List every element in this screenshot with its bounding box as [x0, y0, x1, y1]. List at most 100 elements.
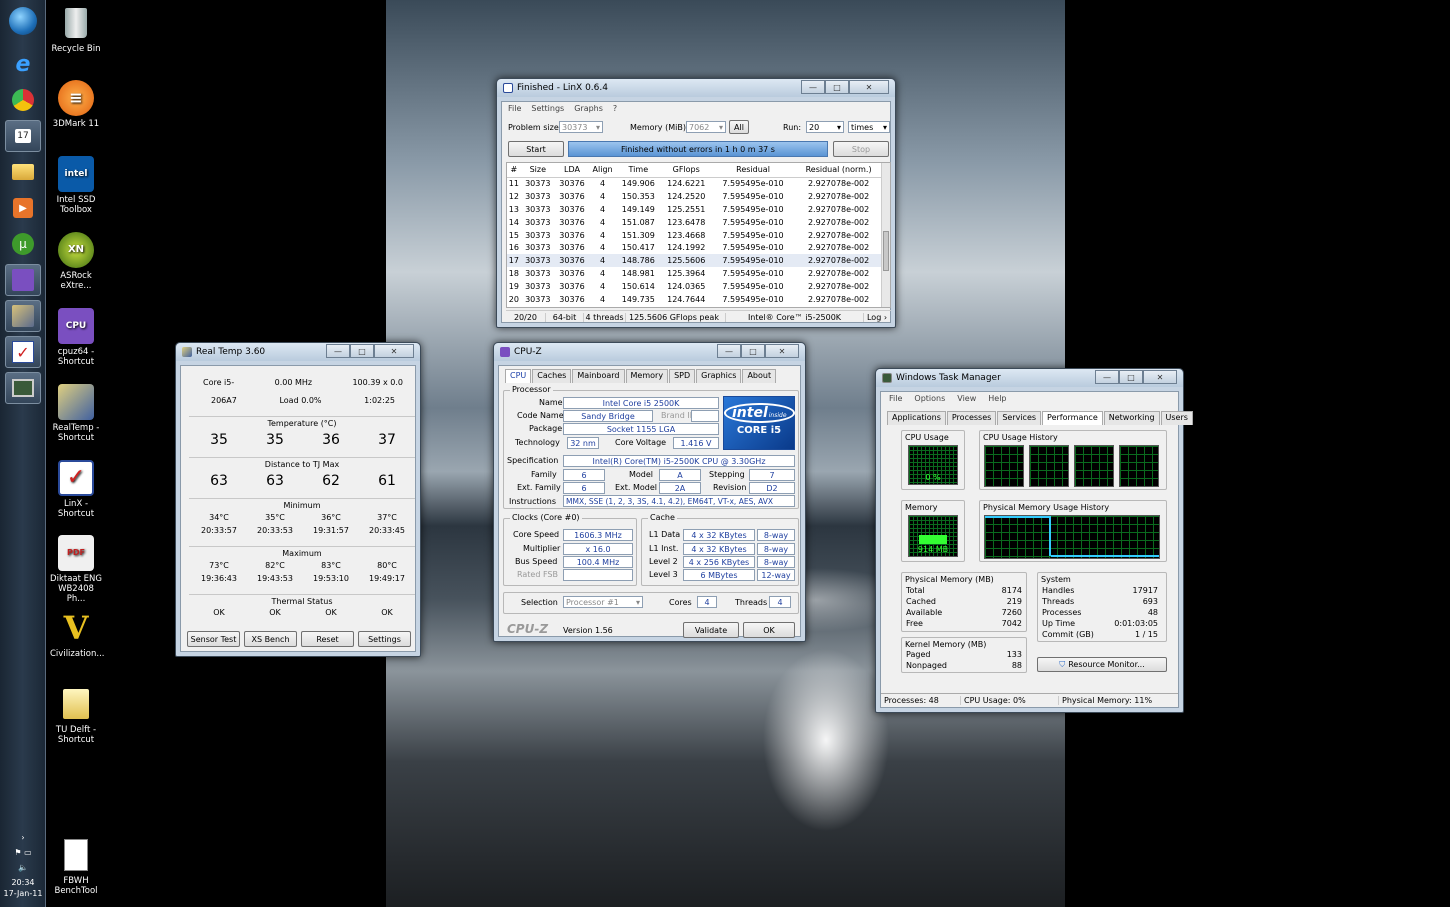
tab-cpu[interactable]: CPU — [505, 369, 532, 383]
results-row[interactable]: 16 30373 30376 4 150.417 124.1992 7.595495e-01… — [507, 241, 883, 254]
settings-button[interactable]: Settings — [358, 631, 411, 647]
results-column-header[interactable]: Residual (norm.) — [794, 163, 883, 178]
results-column-header[interactable]: # — [507, 163, 521, 178]
maximize-button[interactable]: □ — [1119, 370, 1143, 384]
tab-mainboard[interactable]: Mainboard — [572, 369, 625, 383]
tab-networking[interactable]: Networking — [1103, 411, 1160, 425]
results-cell: 7.595495e-010 — [722, 243, 784, 253]
results-column-header[interactable]: LDA — [554, 163, 590, 178]
desktop-icon-recycle-bin[interactable]: Recycle Bin — [50, 5, 102, 54]
desktop-icon-diktaat[interactable]: PDF Diktaat ENG WB2408 Ph... — [50, 535, 102, 604]
xs-bench-button[interactable]: XS Bench — [244, 631, 297, 647]
reset-button[interactable]: Reset — [301, 631, 354, 647]
desktop-icon-cpuz[interactable]: CPU cpuz64 - Shortcut — [50, 308, 102, 367]
minimize-button[interactable]: — — [801, 80, 825, 94]
results-column-header[interactable]: Align — [589, 163, 617, 178]
results-row[interactable]: 15 30373 30376 4 151.309 123.4668 7.595495e-01… — [507, 229, 883, 242]
minimize-button[interactable]: — — [326, 344, 350, 358]
desktop-icon-tudelft[interactable]: TU Delft - Shortcut — [50, 686, 102, 745]
results-column-header[interactable]: Time — [616, 163, 661, 178]
sensor-test-button[interactable]: Sensor Test — [187, 631, 240, 647]
linx-taskbar-icon[interactable]: ✓ — [5, 336, 41, 368]
clock-time[interactable]: 20:34 — [0, 877, 46, 888]
results-row[interactable]: 14 30373 30376 4 151.087 123.6478 7.595495e-01… — [507, 216, 883, 229]
results-row[interactable]: 12 30373 30376 4 150.353 124.2520 7.595495e-01… — [507, 190, 883, 203]
menu-help[interactable]: Help — [988, 394, 1006, 403]
l2-way-field: 8-way — [757, 556, 795, 568]
desktop-icon-linx[interactable]: ✓ LinX - Shortcut — [50, 460, 102, 519]
tab-services[interactable]: Services — [997, 411, 1042, 425]
run-count-combo[interactable]: 20 ▾ — [806, 121, 844, 133]
menu-options[interactable]: Options — [914, 394, 945, 403]
results-row[interactable]: 20 30373 30376 4 149.735 124.7644 7.595495e-01… — [507, 293, 883, 306]
close-button[interactable]: ✕ — [849, 80, 889, 94]
memory-combo[interactable]: 7062 ▾ — [686, 121, 726, 133]
log-button[interactable]: Log › — [864, 313, 890, 322]
results-row[interactable]: 19 30373 30376 4 150.614 124.0365 7.595495e-01… — [507, 280, 883, 293]
processor-selection-combo[interactable]: Processor #1 ▾ — [563, 596, 643, 608]
results-column-header[interactable]: GFlops — [660, 163, 712, 178]
realtemp-taskbar-icon[interactable] — [5, 300, 41, 332]
cpuz-taskbar-icon[interactable] — [5, 264, 41, 296]
problem-size-combo[interactable]: 30373 ▾ — [559, 121, 603, 133]
desktop-icon-3dmark[interactable]: ≡ 3DMark 11 — [50, 80, 102, 129]
calendar-app-icon[interactable]: 17 — [5, 120, 41, 152]
results-scrollbar[interactable] — [881, 163, 890, 307]
desktop-icon-intel-ssd[interactable]: intel Intel SSD Toolbox — [50, 156, 102, 215]
show-hidden-icons-icon[interactable]: › — [0, 832, 46, 843]
desktop-icon-asrock[interactable]: XN ASRock eXtre... — [50, 232, 102, 291]
results-row[interactable]: 18 30373 30376 4 148.981 125.3964 7.595495e-01… — [507, 267, 883, 280]
tab-spd[interactable]: SPD — [669, 369, 696, 383]
minimize-button[interactable]: — — [717, 344, 741, 358]
close-button[interactable]: ✕ — [374, 344, 414, 358]
menu-settings[interactable]: Settings — [531, 104, 564, 113]
maximize-button[interactable]: □ — [350, 344, 374, 358]
ok-button[interactable]: OK — [743, 622, 795, 638]
tab-applications[interactable]: Applications — [887, 411, 946, 425]
tab-about[interactable]: About — [742, 369, 777, 383]
resource-monitor-button[interactable]: ⛉ Resource Monitor... — [1037, 657, 1167, 672]
results-column-header[interactable]: Size — [520, 163, 555, 178]
results-row[interactable]: 11 30373 30376 4 149.906 124.6221 7.595495e-01… — [507, 177, 883, 190]
explorer-folder-icon[interactable] — [5, 156, 41, 188]
tab-processes[interactable]: Processes — [946, 411, 997, 425]
clock-date[interactable]: 17-Jan-11 — [0, 888, 46, 899]
maximize-button[interactable]: □ — [825, 80, 849, 94]
menu-file[interactable]: File — [889, 394, 902, 403]
start-button[interactable]: Start — [508, 141, 564, 157]
all-button[interactable]: All — [729, 120, 749, 134]
media-player-icon[interactable]: ▶ — [5, 192, 41, 224]
tab-users[interactable]: Users — [1160, 411, 1193, 425]
tab-performance[interactable]: Performance — [1042, 411, 1103, 425]
results-cell: 125.3964 — [667, 269, 706, 279]
results-cell: 30376 — [559, 191, 585, 201]
chrome-icon[interactable] — [5, 84, 41, 116]
validate-button[interactable]: Validate — [683, 622, 739, 638]
desktop-icon-realtemp[interactable]: RealTemp - Shortcut — [50, 384, 102, 443]
menu-view[interactable]: View — [957, 394, 976, 403]
results-row[interactable]: 17 30373 30376 4 148.786 125.5606 7.595495e-01… — [507, 254, 883, 268]
tab-caches[interactable]: Caches — [532, 369, 572, 383]
desktop-icon-fbwh[interactable]: FBWH BenchTool — [50, 837, 102, 896]
stop-button[interactable]: Stop — [833, 141, 889, 157]
tab-graphics[interactable]: Graphics — [696, 369, 742, 383]
run-unit-combo[interactable]: times ▾ — [848, 121, 890, 133]
volume-icon[interactable]: 🔈 — [0, 862, 46, 873]
close-button[interactable]: ✕ — [765, 344, 799, 358]
results-column-header[interactable]: Residual — [711, 163, 795, 178]
results-table-container[interactable]: # Size LDA Align Time GFlops Residual Residual … — [506, 162, 891, 308]
flag-icon[interactable]: ⚑ ▭ — [0, 847, 46, 858]
close-button[interactable]: ✕ — [1143, 370, 1177, 384]
maximize-button[interactable]: □ — [741, 344, 765, 358]
start-button[interactable] — [5, 5, 41, 37]
desktop-icon-civilization[interactable]: V Civilization... — [50, 610, 104, 659]
tab-memory[interactable]: Memory — [625, 369, 669, 383]
menu-file[interactable]: File — [508, 104, 521, 113]
menu-graphs[interactable]: Graphs — [574, 104, 603, 113]
taskmgr-taskbar-icon[interactable] — [5, 372, 41, 404]
results-row[interactable]: 13 30373 30376 4 149.149 125.2551 7.595495e-01… — [507, 203, 883, 216]
internet-explorer-icon[interactable]: e — [5, 48, 41, 80]
minimize-button[interactable]: — — [1095, 370, 1119, 384]
menu-help[interactable]: ? — [613, 104, 617, 113]
utorrent-icon[interactable]: µ — [5, 228, 41, 260]
